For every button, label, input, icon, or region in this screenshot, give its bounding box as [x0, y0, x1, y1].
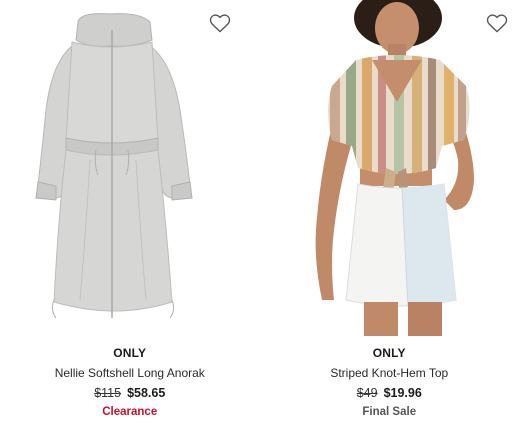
anorak-illustration — [35, 13, 193, 319]
product-brand: ONLY — [372, 346, 406, 360]
price-row: $49 $19.96 — [260, 383, 519, 403]
original-price: $49 — [356, 386, 378, 400]
heart-outline-icon — [209, 13, 231, 38]
product-image-striped-top[interactable] — [260, 0, 519, 336]
product-card-anorak[interactable]: ONLY Nellie Softshell Long Anorak $115 $5… — [0, 0, 260, 433]
final-sale-badge: Final Sale — [362, 406, 417, 418]
product-name-link[interactable]: Nellie Softshell Long Anorak — [0, 363, 260, 383]
product-info: ONLY Striped Knot-Hem Top $49 $19.96 Fina… — [260, 344, 519, 421]
product-info: ONLY Nellie Softshell Long Anorak $115 $5… — [0, 344, 260, 421]
heart-outline-icon — [486, 13, 508, 38]
product-brand: ONLY — [113, 346, 147, 360]
clearance-badge: Clearance — [102, 406, 158, 418]
striped-top-illustration — [315, 0, 474, 336]
wishlist-button[interactable] — [484, 12, 510, 38]
wishlist-button[interactable] — [207, 12, 233, 38]
product-image-anorak[interactable] — [0, 0, 260, 336]
sale-price: $58.65 — [127, 386, 166, 400]
product-grid: ONLY Nellie Softshell Long Anorak $115 $5… — [0, 0, 519, 433]
product-card-striped-top[interactable]: ONLY Striped Knot-Hem Top $49 $19.96 Fina… — [260, 0, 519, 433]
sale-price: $19.96 — [383, 386, 422, 400]
original-price: $115 — [94, 386, 122, 400]
product-name-link[interactable]: Striped Knot-Hem Top — [260, 363, 519, 383]
price-row: $115 $58.65 — [0, 383, 260, 403]
